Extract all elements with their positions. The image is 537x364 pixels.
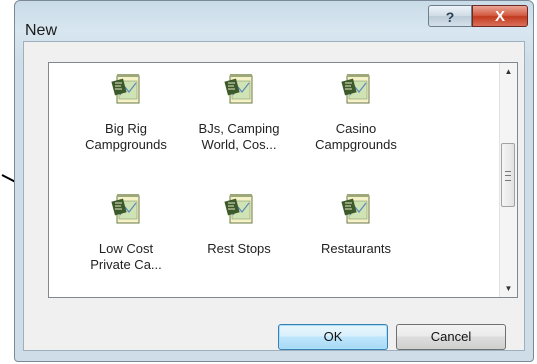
new-dialog: New ? X Big Rig Campgrounds BJs, Camping…	[14, 0, 534, 362]
scroll-down-arrow-icon[interactable]: ▼	[500, 280, 517, 297]
item-label: Big Rig Campgrounds	[85, 121, 167, 152]
map-template-icon	[111, 194, 140, 224]
item-label: Low Cost Private Ca...	[90, 241, 162, 272]
vertical-scrollbar[interactable]: ▲ ▼	[499, 63, 517, 297]
dialog-title: New	[25, 22, 58, 39]
list-item[interactable]: Casino Campgrounds	[301, 73, 411, 153]
template-list[interactable]: Big Rig Campgrounds BJs, Camping World, …	[48, 62, 518, 298]
map-template-icon	[341, 74, 370, 104]
dialog-client-area: Big Rig Campgrounds BJs, Camping World, …	[23, 41, 525, 351]
item-label: Rest Stops	[207, 241, 271, 256]
item-label: Casino Campgrounds	[315, 121, 397, 152]
map-template-icon	[111, 74, 140, 104]
ok-button[interactable]: OK	[278, 324, 388, 350]
list-item[interactable]: Rest Stops	[184, 193, 294, 257]
item-label: BJs, Camping World, Cos...	[198, 121, 280, 152]
item-label: Restaurants	[320, 241, 392, 256]
list-item[interactable]: Low Cost Private Ca...	[71, 193, 181, 273]
map-template-icon	[224, 74, 253, 104]
map-template-icon	[341, 194, 370, 224]
list-item[interactable]: BJs, Camping World, Cos...	[184, 73, 294, 153]
list-item[interactable]: Restaurants	[301, 193, 411, 257]
grip-icon	[505, 171, 511, 181]
list-item[interactable]: Big Rig Campgrounds	[71, 73, 181, 153]
help-button[interactable]: ?	[428, 5, 472, 27]
scrollbar-thumb[interactable]	[501, 143, 515, 207]
cancel-button[interactable]: Cancel	[396, 324, 506, 350]
close-button[interactable]: X	[472, 5, 528, 27]
scroll-up-arrow-icon[interactable]: ▲	[500, 63, 517, 80]
map-template-icon	[224, 194, 253, 224]
